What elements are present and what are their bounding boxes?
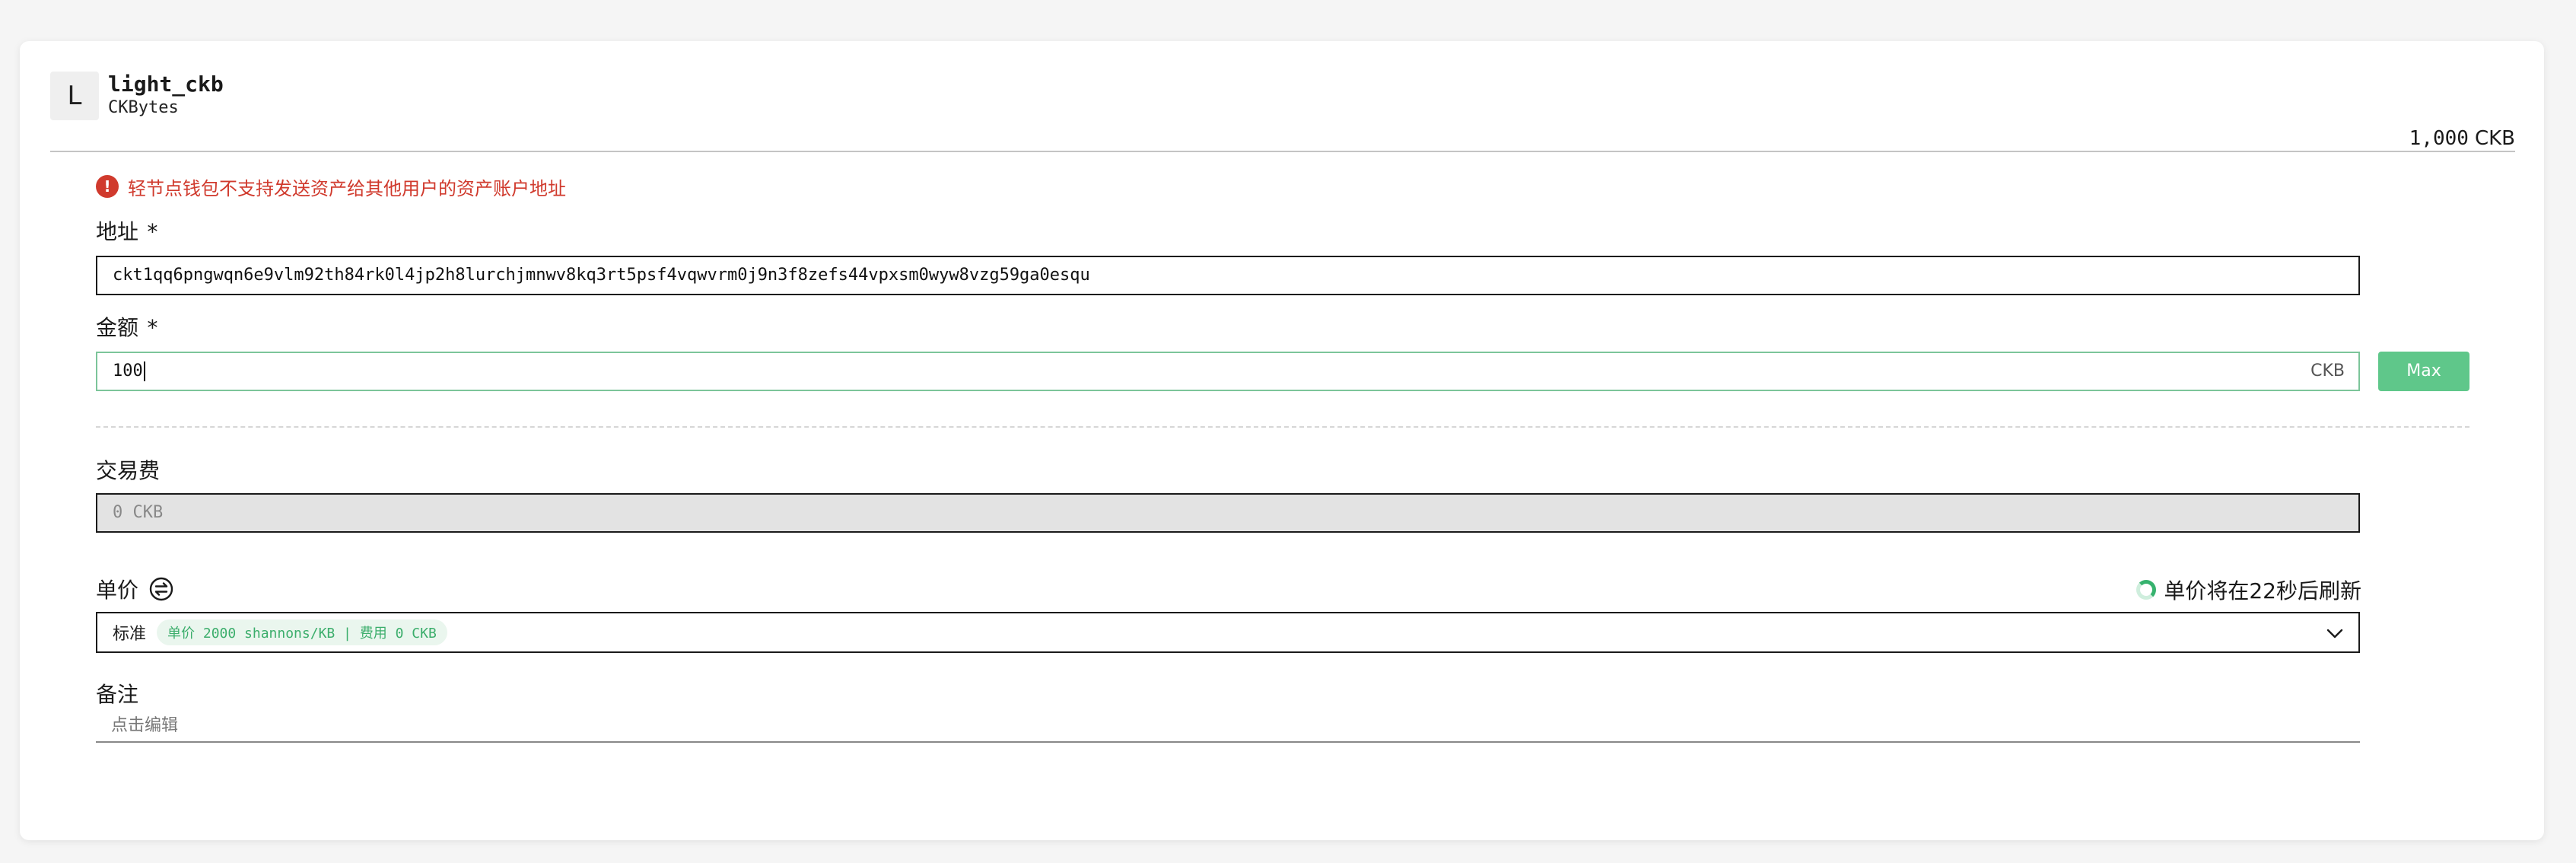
asset-avatar: L xyxy=(50,72,99,120)
exclamation-circle-icon: ! xyxy=(96,175,119,198)
price-label-text: 单价 xyxy=(96,578,139,603)
chevron-down-icon xyxy=(2326,629,2343,638)
warning-message: ! 轻节点钱包不支持发送资产给其他用户的资产账户地址 xyxy=(96,174,566,199)
fee-field: 0 CKB xyxy=(96,493,2360,533)
address-label: 地址 * xyxy=(96,219,159,245)
asset-header: L light_ckb CKBytes 1,000 CKB xyxy=(50,72,2515,152)
loading-spinner-icon xyxy=(2136,580,2157,600)
refresh-countdown-text: 单价将在22秒后刷新 xyxy=(2164,578,2361,603)
warning-text: 轻节点钱包不支持发送资产给其他用户的资产账户地址 xyxy=(128,177,566,199)
price-label: 单价 xyxy=(96,574,173,604)
address-input[interactable]: ckt1qq6pngwqn6e9vlm92th84rk0l4jp2h8lurch… xyxy=(96,256,2360,295)
address-label-text: 地址 xyxy=(96,219,139,244)
send-card: L light_ckb CKBytes 1,000 CKB ! 轻节点钱包不支持发… xyxy=(20,41,2544,840)
fee-value: 0 CKB xyxy=(113,503,164,522)
address-required-mark: * xyxy=(146,219,159,244)
note-label: 备注 xyxy=(96,682,139,707)
price-select[interactable]: 标准 单价 2000 shannons/KB | 费用 0 CKB xyxy=(96,612,2360,653)
section-divider xyxy=(96,426,2469,428)
amount-required-mark: * xyxy=(146,315,159,340)
fee-label: 交易费 xyxy=(96,458,161,483)
address-value: ckt1qq6pngwqn6e9vlm92th84rk0l4jp2h8lurch… xyxy=(113,266,1090,285)
price-selected-option: 标准 xyxy=(113,625,147,644)
asset-name: light_ckb xyxy=(108,72,224,97)
asset-balance-value: 1,000 xyxy=(2409,127,2469,150)
asset-balance: 1,000 CKB xyxy=(2409,126,2515,151)
max-button[interactable]: Max xyxy=(2378,352,2469,391)
amount-value: 100 xyxy=(113,361,143,381)
text-caret xyxy=(143,361,145,381)
price-detail-tag: 单价 2000 shannons/KB | 费用 0 CKB xyxy=(157,619,447,645)
amount-input[interactable]: 100 CKB xyxy=(96,352,2360,391)
asset-symbol: CKBytes xyxy=(108,98,179,117)
asset-balance-unit: CKB xyxy=(2474,127,2515,150)
swap-icon[interactable] xyxy=(149,577,173,601)
price-refresh-indicator: 单价将在22秒后刷新 xyxy=(2136,575,2361,604)
amount-label: 金额 * xyxy=(96,315,159,341)
amount-unit: CKB xyxy=(2310,361,2345,381)
amount-label-text: 金额 xyxy=(96,315,139,340)
note-input[interactable]: 点击编辑 xyxy=(96,711,2360,743)
